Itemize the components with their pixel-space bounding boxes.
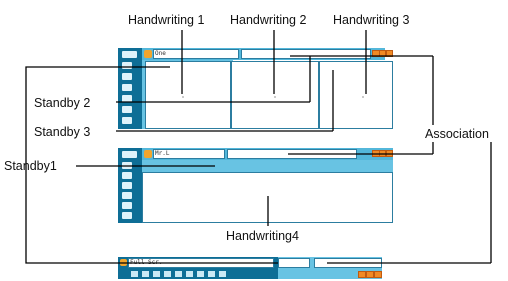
label-handwriting-4: Handwriting4 (226, 229, 299, 243)
diagram: One Mr.L Full Scr. Handwriting 1 Handwri… (0, 0, 508, 281)
label-standby-2: Standby 2 (34, 96, 91, 110)
label-association: Association (425, 127, 489, 141)
label-handwriting-2: Handwriting 2 (230, 13, 307, 27)
label-handwriting-3: Handwriting 3 (333, 13, 410, 27)
label-handwriting-1: Handwriting 1 (128, 13, 205, 27)
label-standby-3: Standby 3 (34, 125, 91, 139)
label-standby-1: Standby1 (4, 159, 57, 173)
